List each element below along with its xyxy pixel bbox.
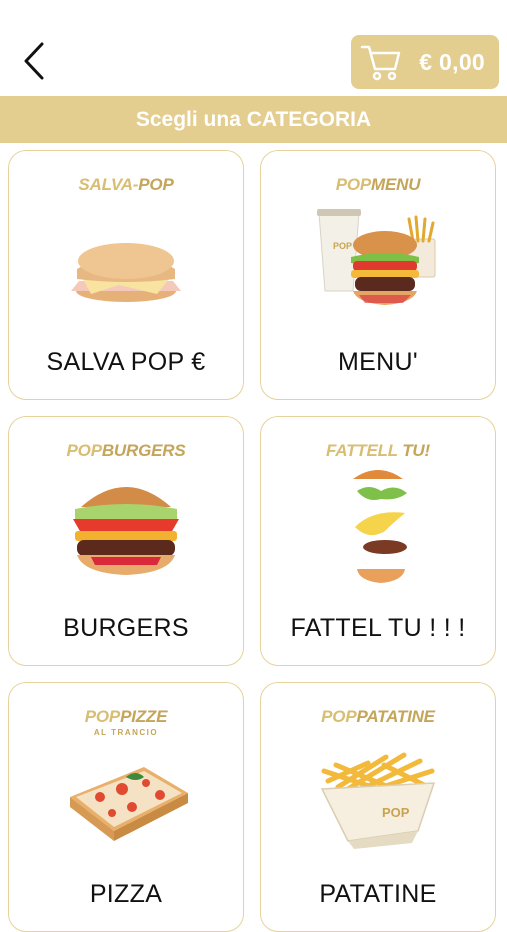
category-brand-logo: POPPATATINE [321,707,435,726]
fries-image: POP [261,731,495,861]
cart-total: € 0,00 [419,49,485,75]
burger-image [9,465,243,595]
svg-text:POP: POP [382,805,410,820]
pizza-image [9,731,243,861]
menu-image: POP [261,199,495,329]
category-label: FATTEL TU ! ! ! [290,614,466,642]
svg-text:POP: POP [333,241,352,251]
category-card-fattel-tu[interactable]: FATTELL TU! FATTEL TU ! ! ! [260,416,496,666]
category-bar-title: Scegli una CATEGORIA [135,108,372,131]
category-brand-logo: POPPIZZE [84,707,168,726]
category-brand-logo: POPMENU [335,175,421,194]
back-button[interactable] [14,38,54,84]
shopping-cart-icon [360,45,401,81]
category-card-patatine[interactable]: POPPATATINE POP PATATINE [260,682,496,932]
category-bar: Scegli una CATEGORIA [0,96,507,143]
build-burger-image [261,465,495,595]
category-label: MENU' [338,348,418,376]
category-card-pizza[interactable]: POPPIZZE AL TRANCIO PIZZA [8,682,244,932]
category-label: BURGERS [63,614,189,642]
category-card-salva-pop[interactable]: SALVA-POP SALVA POP € [8,150,244,400]
chevron-left-icon [24,42,44,80]
cart-button[interactable]: € 0,00 [351,35,499,89]
category-brand-logo: POPBURGERS [66,441,186,460]
category-brand-logo: SALVA-POP [78,175,174,194]
category-label: PATATINE [319,880,437,908]
category-card-burgers[interactable]: POPBURGERS BURGERS [8,416,244,666]
category-label: PIZZA [89,880,163,908]
sandwich-image [9,199,243,329]
top-bar: € 0,00 [0,0,507,96]
category-label: SALVA POP € [46,348,206,376]
category-card-menu[interactable]: POPMENU POP MENU' [260,150,496,400]
